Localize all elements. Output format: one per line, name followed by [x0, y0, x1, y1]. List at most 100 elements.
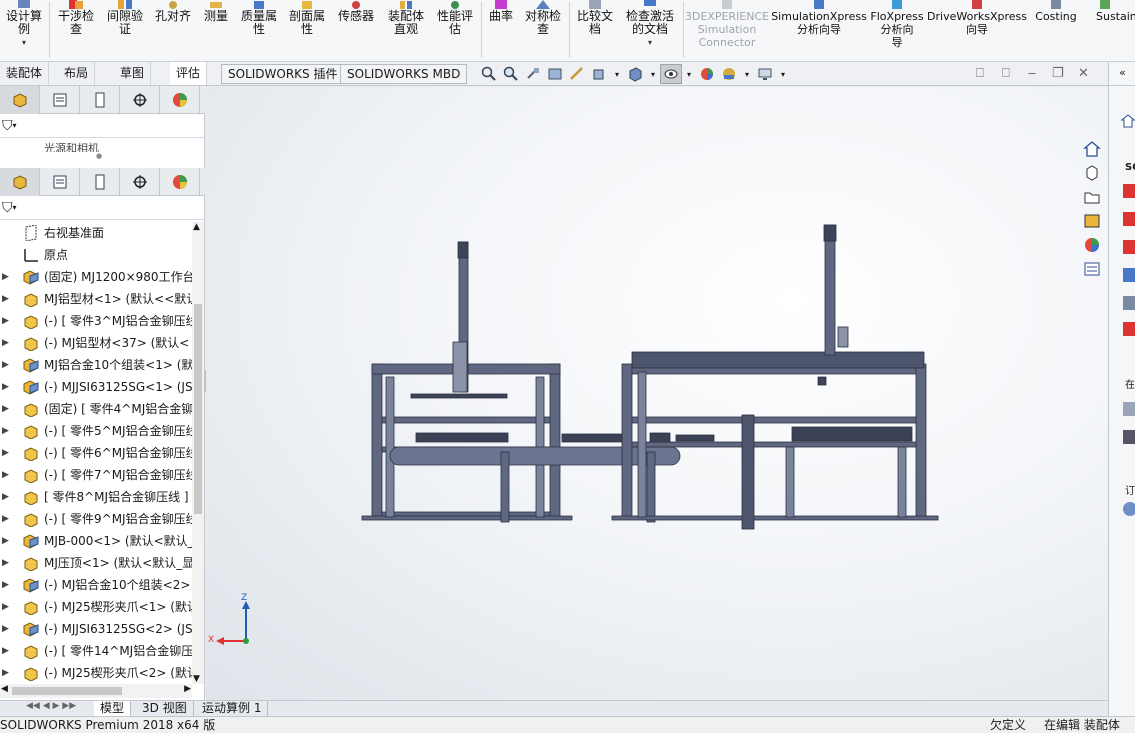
tab-nav-arrows-icon[interactable]: ◀◀ ◀ ▶ ▶▶ — [26, 701, 76, 711]
tree-item[interactable]: ▶ (-) [ 零件14^MJ铝合金铆压 — [0, 640, 192, 662]
chevron-down-icon[interactable]: ▾ — [740, 64, 754, 84]
tree-item[interactable]: ▶ (-) MJJSI63125SG<2> (JS — [0, 618, 192, 640]
tree-item[interactable]: ▶ (固定) [ 零件4^MJ铝合金铆 — [0, 398, 192, 420]
display-manager-icon[interactable] — [160, 86, 200, 114]
minimize-icon[interactable]: ‒ — [1028, 66, 1036, 81]
expand-arrow-icon[interactable]: ▶ — [2, 354, 9, 376]
zoom-to-fit-icon[interactable] — [478, 64, 500, 84]
graphics-viewport[interactable]: Z X — [206, 87, 1108, 700]
tree-horizontal-scrollbar[interactable]: ◀ ▶ — [0, 684, 192, 698]
expand-arrow-icon[interactable]: ▶ — [2, 662, 9, 684]
chevron-down-icon[interactable]: ▾ — [776, 64, 790, 84]
tab-3d-view[interactable]: 3D 视图 — [136, 701, 194, 716]
tree-item[interactable]: 原点 — [0, 244, 192, 266]
expand-arrow-icon[interactable]: ▶ — [2, 508, 9, 530]
costing-button[interactable]: Costing — [1030, 0, 1082, 61]
expand-arrow-icon[interactable]: ▶ — [2, 486, 9, 508]
tree-item[interactable]: ▶ (-) [ 零件6^MJ铝合金铆压线 — [0, 442, 192, 464]
tree-item[interactable]: ▶ (-) MJJSI63125SG<1> (JS — [0, 376, 192, 398]
interference-check-button[interactable]: 干涉检 查 — [52, 0, 100, 61]
tree-item[interactable]: ▶ MJ铝合金10个组装<1> (默 — [0, 354, 192, 376]
filter-bar[interactable]: ⛉ ▾ — [0, 114, 205, 138]
tree-item[interactable]: ▶ (固定) MJ1200×980工作台 — [0, 266, 192, 288]
tree-item[interactable]: ▶ [ 零件8^MJ铝合金铆压线 ] — [0, 486, 192, 508]
solidworks-resource-icon[interactable] — [1123, 212, 1135, 226]
tree-item[interactable]: ▶ MJ压顶<1> (默认<默认_显 — [0, 552, 192, 574]
curvature-button[interactable]: 曲率 — [484, 0, 518, 61]
chevron-down-icon[interactable]: ▾ — [682, 64, 696, 84]
expand-arrow-icon[interactable]: ▶ — [2, 552, 9, 574]
tab-solidworks-addins[interactable]: SOLIDWORKS 插件 — [221, 64, 345, 84]
check-active-document-button[interactable]: 检查激活 的文档 ▾ — [620, 0, 680, 61]
expand-arrow-icon[interactable]: ▶ — [2, 398, 9, 420]
apply-scene-icon[interactable] — [718, 64, 740, 84]
tab-motion-study[interactable]: 运动算例 1 — [196, 701, 269, 716]
filter-bar[interactable]: ⛉ ▾ — [0, 196, 205, 220]
expand-arrow-icon[interactable]: ▶ — [2, 420, 9, 442]
resource-link-icon[interactable] — [1123, 322, 1135, 336]
home-icon[interactable] — [1120, 114, 1135, 131]
dimxpert-icon[interactable] — [120, 86, 160, 114]
feature-manager-icon[interactable] — [0, 168, 40, 196]
tree-item[interactable]: ▶ MJ铝型材<1> (默认<<默认 — [0, 288, 192, 310]
tree-item[interactable]: ▶ (-) [ 零件5^MJ铝合金铆压线 — [0, 420, 192, 442]
solidworks-resource-icon[interactable] — [1123, 240, 1135, 254]
custom-properties-icon[interactable] — [1080, 257, 1104, 281]
configuration-manager-icon[interactable] — [80, 168, 120, 196]
tree-item[interactable]: ▶ (-) MJ25楔形夹爪<1> (默认 — [0, 596, 192, 618]
tab-sketch[interactable]: 草图 — [114, 62, 152, 85]
chevron-down-icon[interactable]: ▾ — [646, 64, 660, 84]
tree-vertical-scrollbar[interactable]: ▲ ▼ — [192, 222, 204, 684]
filter-icon[interactable]: ⛉ — [2, 200, 13, 216]
resource-link-icon[interactable] — [1123, 502, 1135, 516]
clearance-check-button[interactable]: 间隙验 证 — [101, 0, 149, 61]
symmetry-check-button[interactable]: 对称检 查 — [520, 0, 566, 61]
home-icon[interactable] — [1080, 137, 1104, 161]
simulationxpress-button[interactable]: SimulationXpress 分析向导 — [771, 0, 867, 61]
property-manager-icon[interactable] — [40, 168, 80, 196]
property-manager-icon[interactable] — [40, 86, 80, 114]
restore-icon[interactable]: ❐ — [1052, 66, 1064, 81]
collapse-task-pane-icon[interactable]: « — [1109, 62, 1135, 86]
dynamic-annotation-icon[interactable] — [566, 64, 588, 84]
view-settings-icon[interactable] — [754, 64, 776, 84]
compare-documents-button[interactable]: 比较文 档 — [572, 0, 618, 61]
tree-item[interactable]: ▶ MJB-000<1> (默认<默认_ — [0, 530, 192, 552]
splitter-handle[interactable]: ● — [96, 152, 102, 160]
display-style-icon[interactable] — [624, 64, 646, 84]
scroll-right-icon[interactable]: ▶ — [184, 684, 191, 694]
close-icon[interactable]: ✕ — [1078, 66, 1089, 81]
driveworksxpress-button[interactable]: DriveWorksXpress 向导 — [927, 0, 1027, 61]
file-explorer-icon[interactable] — [1080, 185, 1104, 209]
tab-model[interactable]: 模型 — [94, 701, 132, 716]
tile-left-icon[interactable]: ⎕ — [976, 66, 984, 81]
expand-arrow-icon[interactable]: ▶ — [2, 618, 9, 640]
expand-arrow-icon[interactable]: ▶ — [2, 442, 9, 464]
hole-alignment-button[interactable]: 孔对齐 — [150, 0, 196, 61]
expand-arrow-icon[interactable]: ▶ — [2, 288, 9, 310]
scroll-left-icon[interactable]: ◀ — [1, 684, 8, 694]
solidworks-resource-icon[interactable] — [1123, 184, 1135, 198]
tree-item[interactable]: 右视基准面 — [0, 222, 192, 244]
chevron-down-icon[interactable]: ▾ — [610, 64, 624, 84]
scroll-thumb[interactable] — [194, 304, 202, 514]
previous-view-icon[interactable] — [522, 64, 544, 84]
tree-item[interactable]: ▶ (-) MJ铝型材<37> (默认< — [0, 332, 192, 354]
section-properties-button[interactable]: 剖面属 性 — [284, 0, 330, 61]
resource-link-icon[interactable] — [1123, 430, 1135, 444]
tree-item[interactable]: ▶ (-) MJ铝合金10个组装<2> — [0, 574, 192, 596]
expand-arrow-icon[interactable]: ▶ — [2, 596, 9, 618]
tree-item[interactable]: ▶ (-) [ 零件3^MJ铝合金铆压线 — [0, 310, 192, 332]
dimxpert-icon[interactable] — [120, 168, 160, 196]
resource-link-icon[interactable] — [1123, 268, 1135, 282]
expand-arrow-icon[interactable]: ▶ — [2, 266, 9, 288]
scroll-down-icon[interactable]: ▼ — [193, 674, 200, 684]
expand-arrow-icon[interactable]: ▶ — [2, 376, 9, 398]
view-orientation-icon[interactable] — [588, 64, 610, 84]
tree-item[interactable]: ▶ (-) [ 零件7^MJ铝合金铆压线 — [0, 464, 192, 486]
tab-assembly[interactable]: 装配体 — [0, 62, 50, 85]
performance-evaluation-button[interactable]: 性能评 估 — [432, 0, 478, 61]
expand-arrow-icon[interactable]: ▶ — [2, 530, 9, 552]
assembly-visualization-button[interactable]: 装配体 直观 — [382, 0, 430, 61]
sensor-button[interactable]: 传感器 — [333, 0, 379, 61]
